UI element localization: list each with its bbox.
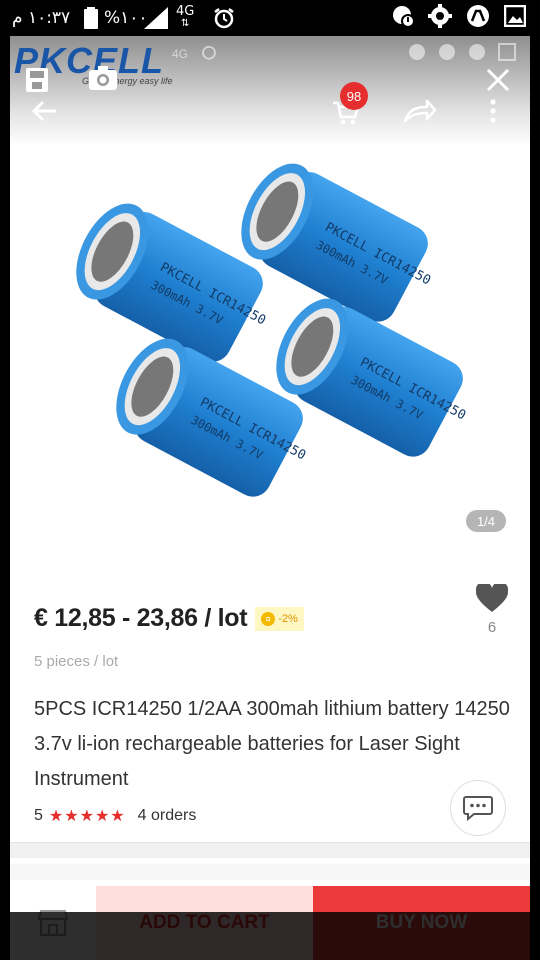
rating-value: 5 [34, 807, 43, 824]
save-icon[interactable] [24, 66, 50, 94]
chat-button[interactable] [450, 780, 506, 836]
ghost-alarm-icon [200, 43, 218, 66]
buy-now-button[interactable]: BUY NOW [313, 886, 530, 960]
network-indicator: 4G ⇅ [176, 0, 194, 36]
bottom-action-bar: ADD TO CART BUY NOW [10, 886, 530, 960]
share-icon[interactable] [402, 96, 438, 126]
ghost-app-icon [468, 43, 486, 66]
add-to-cart-button[interactable]: ADD TO CART [96, 886, 313, 960]
chat-bubble-icon [463, 796, 493, 822]
battery-icon [84, 0, 98, 36]
wishlist-button[interactable]: 6 [472, 581, 512, 648]
rating-stars-icon: ★★★★★ [48, 808, 126, 825]
product-detail-page: PKCELL ICR14250 300mAh 3.7V PKCELL ICR14… [10, 36, 530, 960]
more-options-icon[interactable] [486, 96, 500, 126]
section-divider [10, 864, 530, 880]
ghost-status-left: 4G [172, 42, 218, 66]
section-divider [10, 842, 530, 858]
price-range: € 12,85 - 23,86 / lot [34, 604, 248, 632]
order-count: 4 orders [137, 807, 197, 824]
discount-badge: ¤ -2% [255, 606, 304, 631]
close-icon[interactable] [484, 66, 512, 94]
store-icon [38, 910, 68, 936]
image-counter: 1/4 [466, 510, 506, 532]
cart-count-badge: 98 [340, 82, 368, 110]
status-time: ١٠:٣٧ م [12, 8, 71, 28]
ghost-network-type: 4G [172, 47, 189, 61]
store-button[interactable] [10, 886, 96, 960]
price-row: € 12,85 - 23,86 / lot ¤ -2% [34, 604, 304, 633]
network-type: 4G [176, 4, 195, 19]
app-shortcut-icon [466, 4, 490, 32]
battery-percent: %١٠٠ [104, 8, 148, 28]
pieces-per-lot: 5 pieces / lot [34, 653, 119, 670]
coin-icon: ¤ [261, 611, 276, 626]
wishlist-count: 6 [487, 619, 497, 636]
heart-icon [472, 581, 512, 617]
product-title: 5PCS ICR14250 1/2AA 300mah lithium batte… [34, 698, 510, 790]
status-right-icons [392, 0, 527, 36]
gallery-icon [503, 4, 527, 31]
alarm-icon [212, 0, 236, 36]
discount-value: -2% [278, 612, 298, 625]
rating-row[interactable]: 5 ★★★★★ 4 orders [34, 806, 196, 826]
product-image[interactable]: PKCELL ICR14250 300mAh 3.7V PKCELL ICR14… [50, 126, 490, 526]
back-arrow-icon[interactable] [30, 96, 60, 126]
app-notification-icon [392, 5, 415, 31]
phone-screen: ١٠:٣٧ م %١٠٠ 4G ⇅ PKCELL ICR14250 300mAh… [0, 0, 540, 960]
network-arrows: ⇅ [180, 18, 190, 29]
settings-gear-icon [428, 4, 452, 32]
ghost-status-right [408, 42, 516, 66]
signal-icon [144, 0, 168, 36]
camera-icon[interactable] [88, 64, 118, 92]
status-bar: ١٠:٣٧ م %١٠٠ 4G ⇅ [0, 0, 540, 36]
ghost-gallery-icon [498, 42, 516, 66]
ghost-notification-icon [408, 43, 426, 66]
ghost-gear-icon [438, 43, 456, 66]
